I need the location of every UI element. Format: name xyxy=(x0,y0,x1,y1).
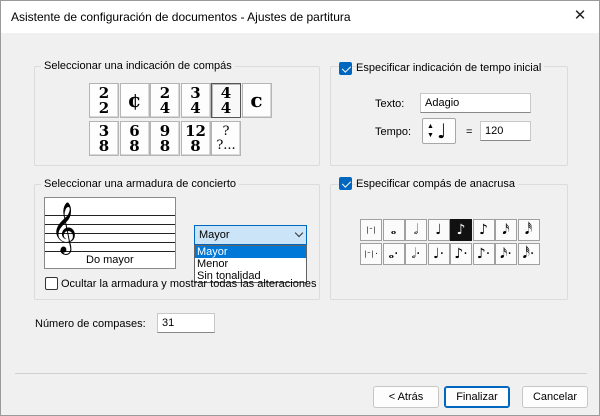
key-signature-staff[interactable]: 𝄞 Do mayor xyxy=(44,197,176,269)
pickup-duration-row2-4[interactable]: ♪· xyxy=(450,243,472,265)
close-icon[interactable]: ✕ xyxy=(569,5,591,27)
time-signature-2-2[interactable]: 22 xyxy=(89,83,119,118)
pickup-duration-row1-1[interactable]: 𝅝 xyxy=(382,219,405,241)
tempo-note-selector[interactable]: ▲ ▼ ♩ xyxy=(422,118,456,144)
measures-label: Número de compases: xyxy=(35,318,146,330)
key-mode-select[interactable]: Mayor xyxy=(194,225,307,245)
pickup-duration-row2-2[interactable]: 𝅗𝅥· xyxy=(405,243,427,265)
bpm-input[interactable]: 120 xyxy=(480,121,531,141)
treble-clef-icon: 𝄞 xyxy=(51,202,78,253)
back-button[interactable]: < Atrás xyxy=(373,386,439,408)
time-signature-symbol: ¢ xyxy=(127,88,142,112)
time-signature-6-8[interactable]: 68 xyxy=(119,121,150,156)
pickup-duration-row1-0[interactable]: |𝄻| xyxy=(360,219,382,241)
quarter-note-icon: ♩ xyxy=(437,119,447,143)
dropdown-option-menor[interactable]: Menor xyxy=(195,258,306,270)
chevron-down-icon xyxy=(294,228,304,238)
title-bar: Asistente de configuración de documentos… xyxy=(1,1,599,33)
pickup-duration-row1-3[interactable]: ♩ xyxy=(427,219,450,241)
time-signature-¢[interactable]: ¢ xyxy=(119,83,150,118)
pickup-duration-row2-7[interactable]: 𝅘𝅥𝅰· xyxy=(517,243,540,265)
time-signature-9-8[interactable]: 98 xyxy=(150,121,180,156)
time-signature-12-8[interactable]: 12 8 xyxy=(180,121,211,156)
pickup-duration-row1-7[interactable]: 𝅘𝅥𝅰 xyxy=(517,219,540,241)
time-signature-denominator: 8 xyxy=(159,136,171,155)
time-signature-3-8[interactable]: 38 xyxy=(89,121,119,156)
tempo-checkbox[interactable] xyxy=(339,62,352,75)
time-signature-?-?...[interactable]: ??... xyxy=(211,121,241,156)
time-signature-denominator: ?... xyxy=(216,137,236,153)
pickup-duration-row1-4[interactable]: ♪ xyxy=(450,219,472,241)
pickup-duration-row2-1[interactable]: 𝅝· xyxy=(382,243,405,265)
window-title: Asistente de configuración de documentos… xyxy=(11,10,351,24)
hide-key-checkbox-label: Ocultar la armadura y mostrar todas las … xyxy=(61,278,317,290)
equals-sign: = xyxy=(466,126,473,138)
time-signature-4-4[interactable]: 44 xyxy=(211,83,241,118)
pickup-duration-row2-0[interactable]: |𝄻|· xyxy=(360,243,382,265)
pickup-duration-row2-5[interactable]: ♪· xyxy=(472,243,495,265)
spin-arrows-icon: ▲ ▼ xyxy=(427,123,434,139)
finish-button[interactable]: Finalizar xyxy=(444,386,510,408)
key-signature-group-label: Seleccionar una armadura de concierto xyxy=(41,178,240,190)
tempo-label: Tempo: xyxy=(375,126,412,138)
pickup-duration-row1-5[interactable]: ♪ xyxy=(472,219,495,241)
measures-input[interactable]: 31 xyxy=(157,313,215,333)
texto-label: Texto: xyxy=(375,98,405,110)
tempo-group xyxy=(330,66,568,166)
pickup-checkbox-label: Especificar compás de anacrusa xyxy=(356,178,518,190)
cancel-button[interactable]: Cancelar xyxy=(522,386,588,408)
hide-key-checkbox[interactable] xyxy=(45,277,58,290)
time-signature-denominator: 2 xyxy=(98,98,110,117)
time-signature-denominator: 4 xyxy=(220,98,232,117)
dialog-window: Asistente de configuración de documentos… xyxy=(0,0,600,416)
footer-separator xyxy=(15,373,587,374)
pickup-duration-row2-6[interactable]: 𝅘𝅥𝅯· xyxy=(495,243,517,265)
key-name-label: Do mayor xyxy=(85,254,135,266)
pickup-checkbox[interactable] xyxy=(339,177,352,190)
dropdown-option-mayor[interactable]: Mayor xyxy=(195,246,306,258)
pickup-group xyxy=(330,184,568,300)
time-signature-denominator: 4 xyxy=(159,98,171,117)
time-signature-group-label: Seleccionar una indicación de compás xyxy=(41,60,235,72)
pickup-duration-row1-6[interactable]: 𝅘𝅥𝅯 xyxy=(495,219,517,241)
time-signature-denominator: 4 xyxy=(190,98,201,117)
time-signature-c[interactable]: c xyxy=(241,83,272,118)
pickup-duration-row1-2[interactable]: 𝅗𝅥 xyxy=(405,219,427,241)
pickup-duration-row2-3[interactable]: ♩· xyxy=(427,243,450,265)
tempo-checkbox-label: Especificar indicación de tempo inicial xyxy=(356,62,545,74)
key-mode-value: Mayor xyxy=(199,229,230,241)
time-signature-denominator: 8 xyxy=(129,136,140,155)
time-signature-3-4[interactable]: 34 xyxy=(180,83,211,118)
tempo-text-input[interactable]: Adagio xyxy=(420,93,531,113)
time-signature-denominator: 8 xyxy=(190,136,201,155)
time-signature-symbol: c xyxy=(250,88,263,112)
time-signature-2-4[interactable]: 24 xyxy=(150,83,180,118)
time-signature-denominator: 8 xyxy=(98,136,110,155)
time-signature-numerator: ? xyxy=(222,123,230,139)
